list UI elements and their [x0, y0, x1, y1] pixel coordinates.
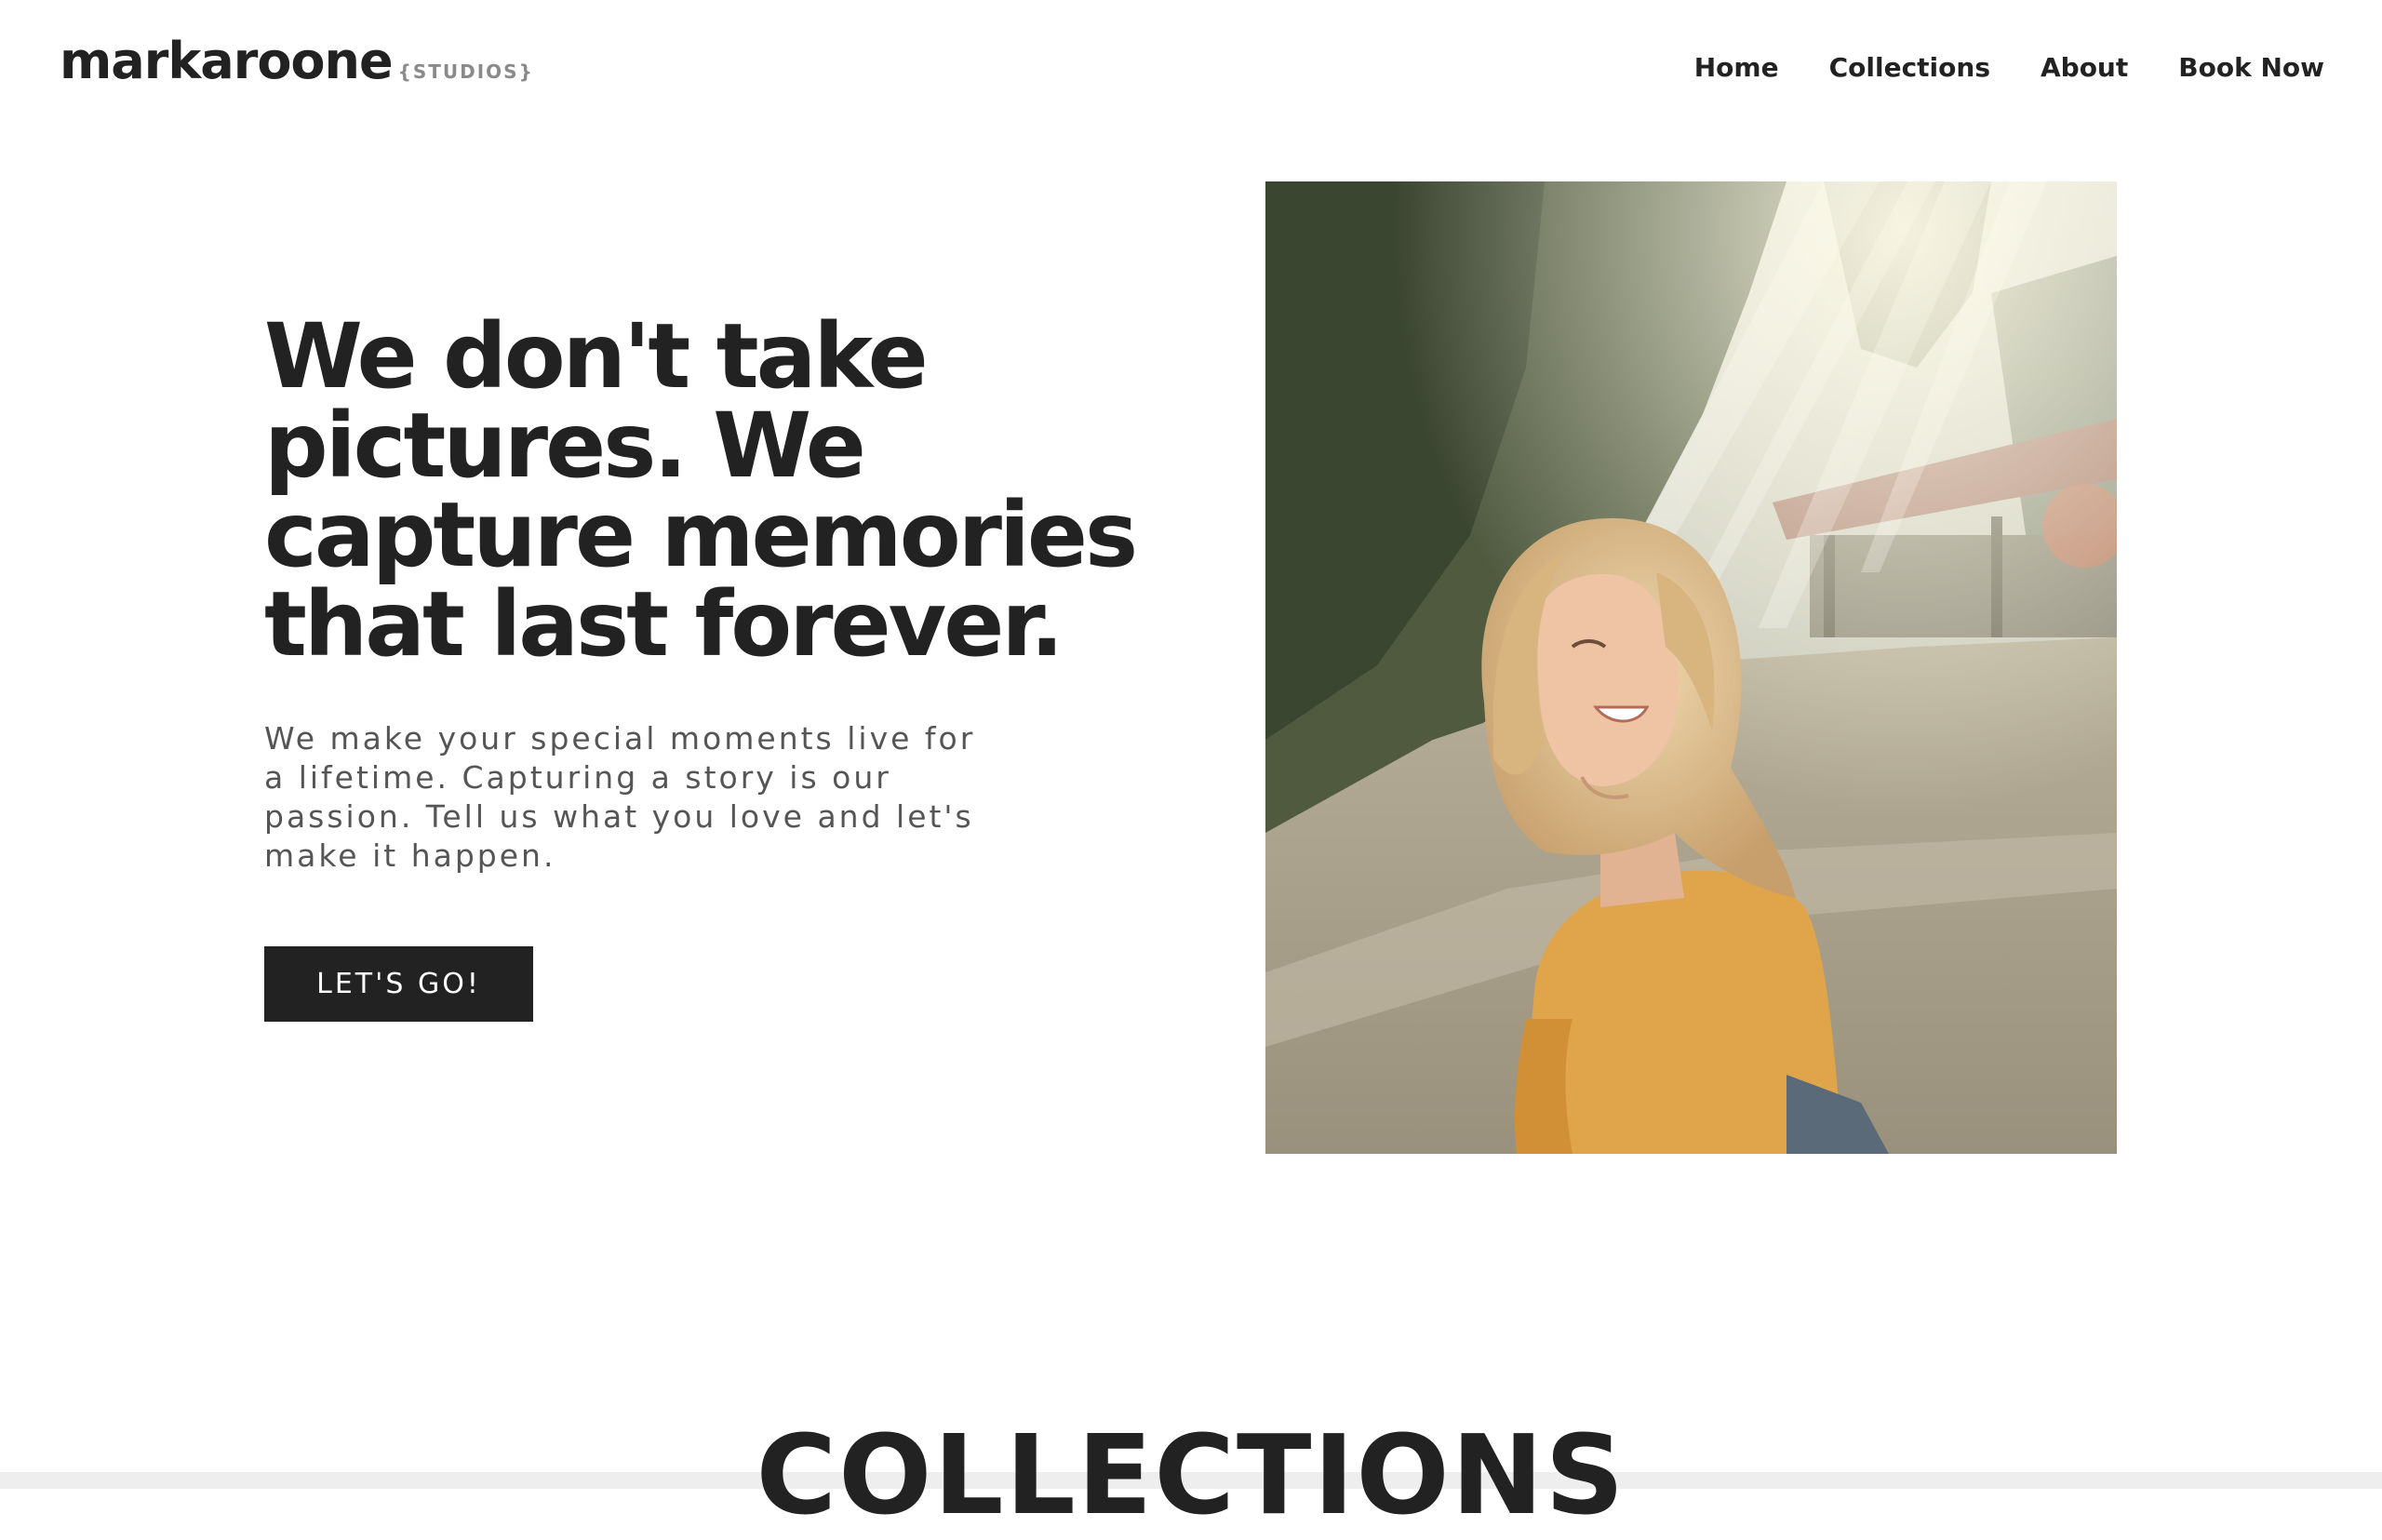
nav-item-home[interactable]: Home	[1694, 52, 1779, 83]
hero-photo-image	[1265, 181, 2117, 1154]
brand-name: markaroone	[60, 32, 394, 90]
hero-title: We don't take pictures. We capture memor…	[264, 304, 1138, 676]
collections-title: COLLECTIONS	[756, 1411, 1626, 1539]
site-header: markaroone {STUDIOS} Home Collections Ab…	[0, 0, 2382, 140]
brand-tag: {STUDIOS}	[397, 60, 534, 83]
nav-item-collections[interactable]: Collections	[1829, 52, 1990, 83]
hero-subtitle: We make your special moments live for a …	[264, 720, 976, 874]
hero-photo	[1265, 181, 2117, 1154]
nav-item-book-now[interactable]: Book Now	[2178, 52, 2324, 83]
hero-section: We don't take pictures. We capture memor…	[264, 312, 1195, 876]
brand-logo[interactable]: markaroone {STUDIOS}	[60, 32, 534, 90]
main-nav: Home Collections About Book Now	[1694, 52, 2324, 83]
lets-go-button[interactable]: LET'S GO!	[264, 946, 533, 1022]
nav-item-about[interactable]: About	[2041, 52, 2128, 83]
